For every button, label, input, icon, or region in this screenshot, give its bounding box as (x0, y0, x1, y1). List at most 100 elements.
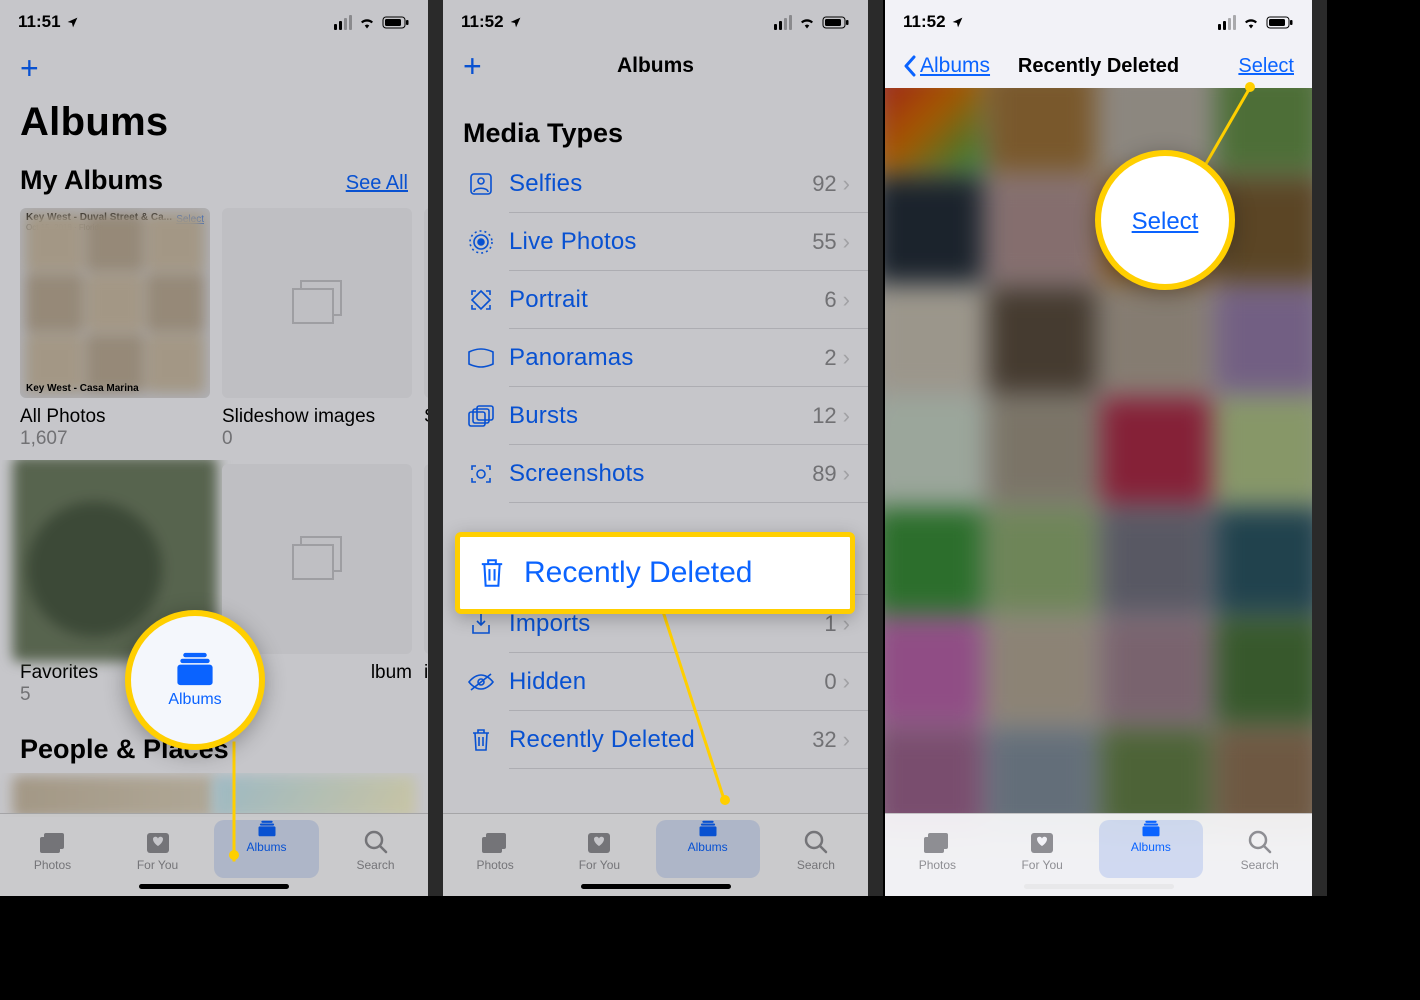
tab-albums[interactable]: Albums (656, 820, 760, 878)
tab-label: Search (1241, 858, 1279, 872)
imports-icon (463, 611, 499, 637)
tab-albums[interactable]: Albums (214, 820, 319, 878)
row-count: 0 (824, 669, 842, 695)
empty-album-icon (287, 533, 347, 585)
nav-title: Albums (617, 54, 694, 78)
status-bar: 11:52 (443, 0, 868, 44)
screen-recently-deleted: 11:52 Albums Recently Deleted Select Pho… (885, 0, 1312, 896)
panoramas-icon (463, 348, 499, 368)
tab-label: For You (579, 858, 620, 872)
chevron-right-icon: › (843, 345, 868, 371)
see-all-link[interactable]: See All (346, 172, 408, 195)
chevron-right-icon: › (843, 171, 868, 197)
album-all-photos[interactable]: Key West - Duval Street & Ca...Oct 15, 2… (20, 208, 210, 450)
callout-select: Select (1095, 150, 1235, 290)
albums-icon (173, 651, 217, 687)
photo-grid[interactable] (885, 66, 1312, 835)
trash-icon (474, 556, 510, 590)
cell-signal-icon (334, 15, 352, 30)
status-time: 11:52 (903, 12, 946, 32)
album-title: Slideshow images (222, 406, 412, 428)
status-bar: 11:52 (885, 0, 1312, 44)
empty-album-icon (287, 277, 347, 329)
chevron-right-icon: › (843, 287, 868, 313)
screenshots-icon (463, 461, 499, 487)
row-count: 32 (812, 727, 842, 753)
row-bursts[interactable]: Bursts12› (463, 387, 868, 445)
row-count: 12 (812, 403, 842, 429)
tab-label: Search (797, 858, 835, 872)
callout-label: Recently Deleted (510, 556, 752, 590)
nav-bar: + Albums (443, 44, 868, 88)
home-indicator[interactable] (139, 884, 289, 889)
album-slideshow[interactable]: Slideshow images 0 (222, 208, 412, 450)
tab-label: Photos (919, 858, 956, 872)
location-icon (66, 16, 79, 29)
row-screenshots[interactable]: Screenshots89› (463, 445, 868, 503)
nav-title: Recently Deleted (1018, 55, 1179, 78)
row-label: Live Photos (499, 228, 812, 256)
row-count: 89 (812, 461, 842, 487)
chevron-right-icon: › (843, 611, 868, 637)
back-label: Albums (920, 54, 990, 78)
row-live-photos[interactable]: Live Photos55› (463, 213, 868, 271)
row-recently-deleted[interactable]: Recently Deleted32› (463, 711, 868, 769)
add-button[interactable]: + (20, 54, 408, 82)
tab-search[interactable]: Search (764, 814, 868, 896)
row-count: 92 (812, 171, 842, 197)
row-label: Hidden (499, 668, 824, 696)
tab-label: Search (356, 858, 394, 872)
home-indicator[interactable] (581, 884, 731, 889)
tab-search[interactable]: Search (1207, 814, 1312, 896)
row-panoramas[interactable]: Panoramas2› (463, 329, 868, 387)
row-label: Portrait (499, 286, 824, 314)
callout-recently-deleted: Recently Deleted (455, 532, 855, 614)
hidden-icon (463, 672, 499, 692)
row-hidden[interactable]: Hidden0› (463, 653, 868, 711)
status-time: 11:52 (461, 12, 504, 32)
section-media-types: Media Types (443, 88, 868, 155)
callout-label: Select (1132, 208, 1199, 236)
album-count: 0 (222, 428, 412, 450)
row-count: 6 (824, 287, 842, 313)
select-button[interactable]: Select (1238, 55, 1294, 78)
section-my-albums: My Albums (20, 165, 163, 196)
thumb-footer: Key West - Casa Marina (26, 383, 139, 394)
tab-label: For You (137, 858, 178, 872)
wifi-icon (798, 16, 816, 29)
tab-for-you[interactable]: For You (990, 814, 1095, 896)
portrait-icon (463, 287, 499, 313)
row-selfies[interactable]: Selfies92› (463, 155, 868, 213)
live-photos-icon (463, 229, 499, 255)
add-button[interactable]: + (463, 52, 482, 80)
tab-photos[interactable]: Photos (0, 814, 105, 896)
selfies-icon (463, 171, 499, 197)
battery-icon (1266, 16, 1294, 29)
row-label: Bursts (499, 402, 812, 430)
tab-label: Albums (246, 840, 286, 854)
screen-media-types: 11:52 + Albums Media Types Selfies92› Li… (443, 0, 868, 896)
tab-photos[interactable]: Photos (885, 814, 990, 896)
album-title: All Photos (20, 406, 210, 428)
page-title: Albums (20, 100, 408, 145)
wifi-icon (1242, 16, 1260, 29)
chevron-right-icon: › (843, 727, 868, 753)
row-count: 2 (824, 345, 842, 371)
album-count: 1,607 (20, 428, 210, 450)
tab-label: Photos (476, 858, 513, 872)
location-icon (509, 16, 522, 29)
callout-albums-tab: Albums (125, 610, 265, 750)
tab-label: Photos (34, 858, 71, 872)
tab-photos[interactable]: Photos (443, 814, 547, 896)
row-count: 55 (812, 229, 842, 255)
nav-bar: + Albums (0, 44, 428, 147)
row-portrait[interactable]: Portrait6› (463, 271, 868, 329)
tab-search[interactable]: Search (323, 814, 428, 896)
cell-signal-icon (774, 15, 792, 30)
battery-icon (822, 16, 850, 29)
row-count: 1 (824, 611, 842, 637)
back-button[interactable]: Albums (903, 54, 990, 78)
row-label: Screenshots (499, 460, 812, 488)
wifi-icon (358, 16, 376, 29)
tab-albums[interactable]: Albums (1099, 820, 1204, 878)
